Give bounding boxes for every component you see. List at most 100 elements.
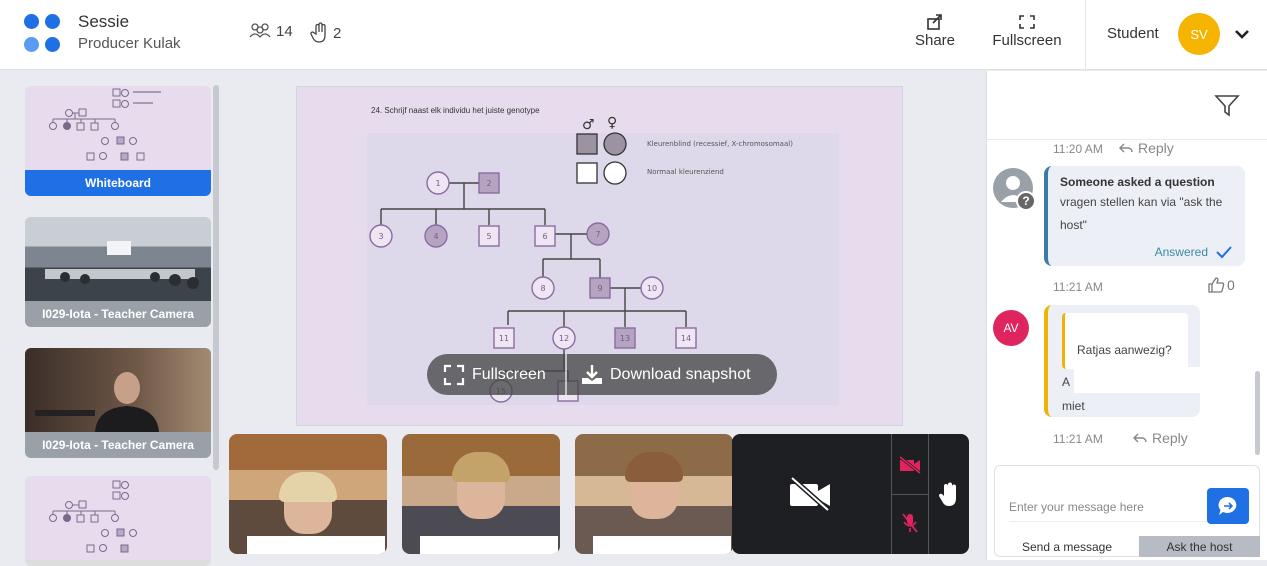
node-label: 3 — [378, 232, 383, 241]
message-input[interactable] — [1009, 492, 1209, 522]
answered-label: Answered — [1154, 245, 1208, 259]
node-label: 14 — [681, 334, 691, 343]
answered-status: Answered — [1155, 245, 1233, 259]
redaction-box — [1074, 367, 1204, 393]
svg-text:♂: ♂ — [582, 117, 595, 133]
share-button[interactable]: Share — [910, 12, 960, 49]
download-label: Download snapshot — [610, 365, 751, 383]
share-label: Share — [914, 32, 956, 49]
share-icon — [927, 14, 942, 30]
raised-hands-count: 2 — [333, 24, 342, 42]
hand-icon — [310, 22, 326, 43]
session-title: Sessie — [78, 12, 130, 31]
node-label: 11 — [499, 334, 509, 343]
reply-button[interactable]: Reply — [1132, 430, 1188, 446]
message-time: 11:21 AM — [1053, 280, 1103, 294]
participant-hair — [452, 452, 510, 482]
header-divider — [1085, 0, 1086, 70]
reply-label: Reply — [1138, 140, 1174, 156]
sidebar-item-label: I029-Iota - Teacher Camera — [25, 432, 211, 458]
participants-icon — [249, 23, 271, 39]
fullscreen-button[interactable]: Fullscreen — [985, 12, 1069, 49]
quoted-message: Ratjas aanwezig? — [1062, 313, 1188, 369]
fullscreen-label: Fullscreen — [992, 32, 1062, 49]
self-video-tile — [732, 434, 969, 554]
node-label: 7 — [595, 230, 600, 239]
node-label: 12 — [559, 334, 569, 343]
message-prefix: A — [1062, 375, 1071, 389]
participant-count: 14 — [276, 22, 293, 40]
download-icon — [582, 364, 602, 384]
node-label: 10 — [647, 284, 657, 293]
question-text: vragen stellen kan via "ask the host" — [1060, 195, 1223, 232]
chat-scrollbar[interactable] — [1255, 371, 1260, 455]
filter-icon[interactable] — [1214, 92, 1240, 118]
sidebar-item-whiteboard[interactable]: Whiteboard — [25, 86, 211, 196]
reply-button[interactable]: Reply — [1118, 140, 1174, 156]
fullscreen-icon — [443, 364, 465, 385]
question-title: Someone asked a question — [1060, 175, 1215, 189]
message-time: 11:21 AM — [1053, 432, 1103, 446]
session-subtitle: Producer Kulak — [78, 35, 181, 52]
download-snapshot-button[interactable]: Download snapshot — [581, 354, 751, 395]
participant-video[interactable] — [575, 434, 733, 554]
check-icon — [1216, 246, 1232, 259]
thumbs-up-icon — [1208, 277, 1225, 293]
mic-muted-icon[interactable] — [901, 512, 919, 534]
node-label: 6 — [542, 232, 547, 241]
slide-fullscreen-button[interactable]: Fullscreen — [443, 354, 546, 395]
node-label: 2 — [486, 179, 491, 188]
legend-affected: Kleurenblind (recessief, X-chromosomaal) — [647, 140, 793, 148]
message-card: Ratjas aanwezig? A miet — [1044, 305, 1204, 417]
participant-hair — [625, 452, 683, 482]
node-label: 13 — [620, 334, 630, 343]
message-text: miet — [1062, 399, 1085, 413]
top-bar: Sessie Producer Kulak 14 2 Share Fullscr… — [0, 0, 1267, 70]
user-role: Student — [1107, 25, 1159, 42]
message-time: 11:20 AM — [1053, 142, 1103, 156]
reply-icon — [1119, 143, 1133, 153]
chevron-down-icon[interactable] — [1232, 24, 1252, 44]
participant-name-bar — [593, 536, 731, 554]
question-card: Someone asked a question vragen stellen … — [1044, 166, 1245, 266]
slide-controls: Fullscreen Download snapshot — [427, 354, 777, 395]
like-button[interactable]: 0 — [1207, 277, 1235, 293]
quoted-text: Ratjas aanwezig? — [1077, 343, 1172, 357]
source-sidebar: Whiteboard I029-Iota - Teacher Camera I0… — [0, 71, 222, 566]
participants-button[interactable]: 14 — [248, 22, 293, 40]
participant-video[interactable] — [402, 434, 560, 554]
participant-name-bar — [420, 536, 558, 554]
send-button[interactable] — [1207, 488, 1249, 524]
whiteboard-preview — [25, 476, 211, 560]
camera-off-icon — [790, 476, 830, 512]
sidebar-item-whiteboard-2[interactable] — [25, 476, 211, 566]
sidebar-item-label: I029-Iota - Teacher Camera — [25, 301, 211, 327]
sidebar-scrollbar[interactable] — [213, 85, 219, 470]
node-label: 8 — [540, 284, 545, 293]
classroom-camera-preview — [25, 217, 211, 301]
node-label: 9 — [597, 284, 602, 293]
tab-send-message[interactable]: Send a message — [995, 536, 1139, 557]
participant-video[interactable] — [229, 434, 387, 554]
sidebar-item-teacher-camera[interactable]: I029-Iota - Teacher Camera — [25, 348, 211, 458]
reply-icon — [1133, 433, 1147, 443]
teacher-camera-preview — [25, 348, 211, 432]
whiteboard-preview — [25, 86, 211, 170]
raised-hands-button[interactable]: 2 — [310, 22, 341, 44]
like-count: 0 — [1227, 277, 1235, 293]
message-avatar: AV — [993, 310, 1029, 346]
camera-muted-icon[interactable] — [898, 456, 922, 474]
raise-hand-icon[interactable] — [938, 482, 960, 508]
send-icon — [1218, 496, 1237, 515]
question-mark-icon: ? — [1016, 191, 1036, 211]
sidebar-item-teacher-camera[interactable]: I029-Iota - Teacher Camera — [25, 217, 211, 327]
svg-text:♀: ♀ — [607, 115, 617, 131]
participant-name-bar — [247, 536, 385, 554]
legend-symbols: ♂ ♀ — [576, 115, 627, 185]
user-avatar[interactable]: SV — [1178, 13, 1220, 55]
app-logo — [24, 14, 66, 56]
tab-ask-host[interactable]: Ask the host — [1139, 536, 1260, 557]
fullscreen-icon — [1019, 15, 1035, 29]
reply-label: Reply — [1152, 430, 1188, 446]
chat-panel: 11:20 AM Reply ? Someone asked a questio… — [986, 71, 1267, 560]
